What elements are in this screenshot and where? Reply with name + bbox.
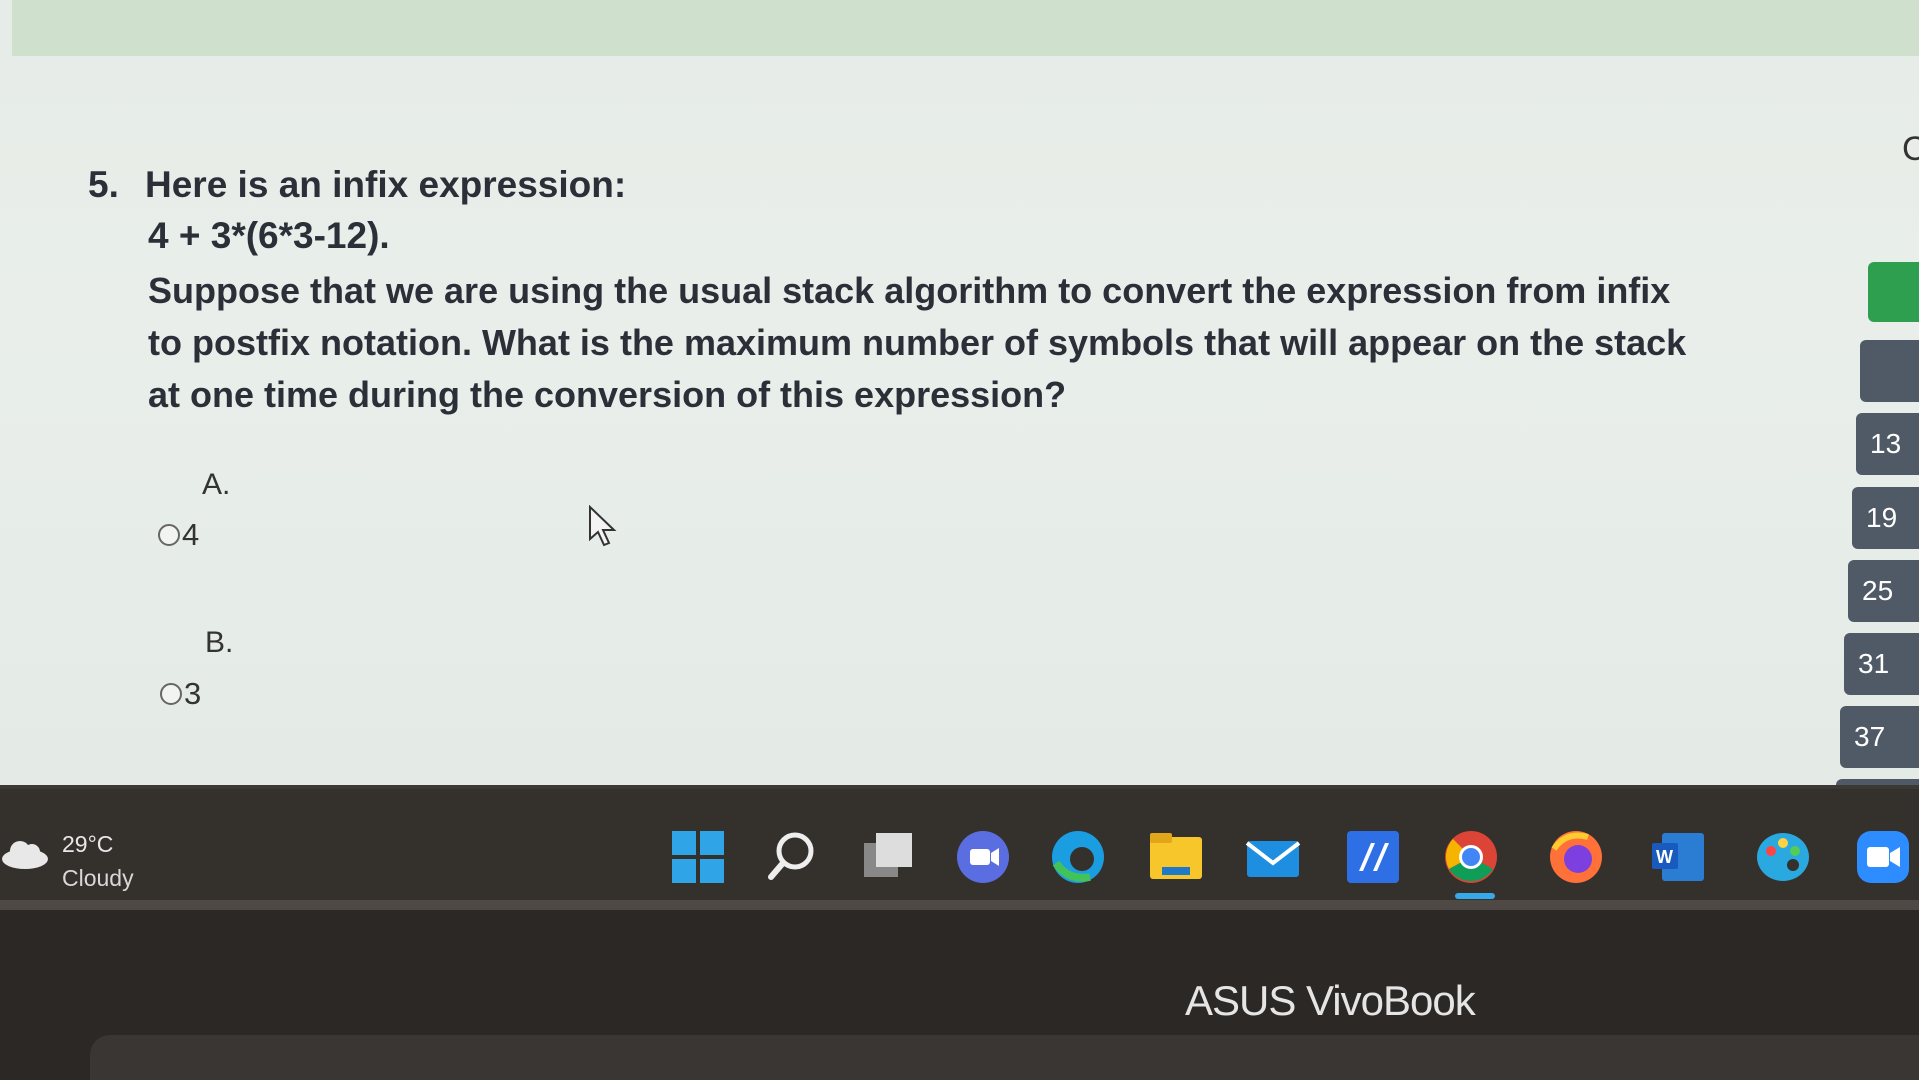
nav-question-active[interactable] xyxy=(1868,262,1919,322)
option-b-radio[interactable] xyxy=(160,683,182,705)
teams-chat-icon[interactable] xyxy=(955,829,1011,885)
nav-question-25[interactable]: 25 xyxy=(1848,560,1919,622)
firefox-icon[interactable] xyxy=(1548,829,1604,885)
search-icon[interactable] xyxy=(765,829,821,885)
option-a-radio[interactable] xyxy=(158,524,180,546)
weather-condition: Cloudy xyxy=(62,865,134,891)
question-title: Here is an infix expression: xyxy=(145,164,627,205)
nav-question-19[interactable]: 19 xyxy=(1852,487,1919,549)
nav-label-top: C xyxy=(1902,130,1919,168)
option-a-letter: A. xyxy=(202,468,231,501)
zoom-icon[interactable] xyxy=(1855,829,1911,885)
nav-question-2[interactable] xyxy=(1860,340,1919,402)
bezel-hinge xyxy=(90,1035,1919,1080)
question-number: 5. xyxy=(88,164,119,205)
weather-widget[interactable]: 29°C Cloudy xyxy=(0,809,160,891)
mail-icon[interactable] xyxy=(1245,829,1301,885)
task-view-icon[interactable] xyxy=(860,829,916,885)
top-bar xyxy=(12,0,1919,56)
question-body: Suppose that we are using the usual stac… xyxy=(148,270,1687,415)
option-b-letter: B. xyxy=(205,626,234,659)
cloud-icon xyxy=(2,841,48,869)
laptop-bezel: ASUS VivoBook xyxy=(0,900,1919,1080)
nav-question-31[interactable]: 31 xyxy=(1844,633,1919,695)
option-a[interactable]: 4 xyxy=(158,517,199,553)
browser-content: 5. Here is an infix expression: 4 + 3*(6… xyxy=(0,0,1919,790)
option-b[interactable]: 3 xyxy=(160,676,201,712)
weather-temperature: 29°C xyxy=(62,831,114,857)
file-explorer-icon[interactable] xyxy=(1148,829,1204,885)
chrome-icon[interactable] xyxy=(1443,829,1499,885)
chrome-active-indicator xyxy=(1455,893,1495,899)
mouse-cursor-icon xyxy=(589,505,617,547)
option-b-value: 3 xyxy=(184,676,202,711)
paint-icon[interactable] xyxy=(1755,829,1811,885)
app-icon[interactable] xyxy=(1345,829,1401,885)
brand-logo: ASUS VivoBook xyxy=(1185,977,1476,1024)
word-icon[interactable]: W xyxy=(1650,829,1706,885)
edge-icon[interactable] xyxy=(1050,829,1106,885)
bezel-edge xyxy=(0,900,1919,910)
windows-start-icon[interactable] xyxy=(670,829,726,885)
nav-question-13[interactable]: 13 xyxy=(1856,413,1919,475)
option-a-value: 4 xyxy=(182,517,200,552)
nav-question-37[interactable]: 37 xyxy=(1840,706,1919,768)
taskbar: 29°C Cloudy W xyxy=(0,785,1919,904)
svg-text:W: W xyxy=(1656,847,1673,867)
question-expression: 4 + 3*(6*3-12). xyxy=(148,215,390,256)
